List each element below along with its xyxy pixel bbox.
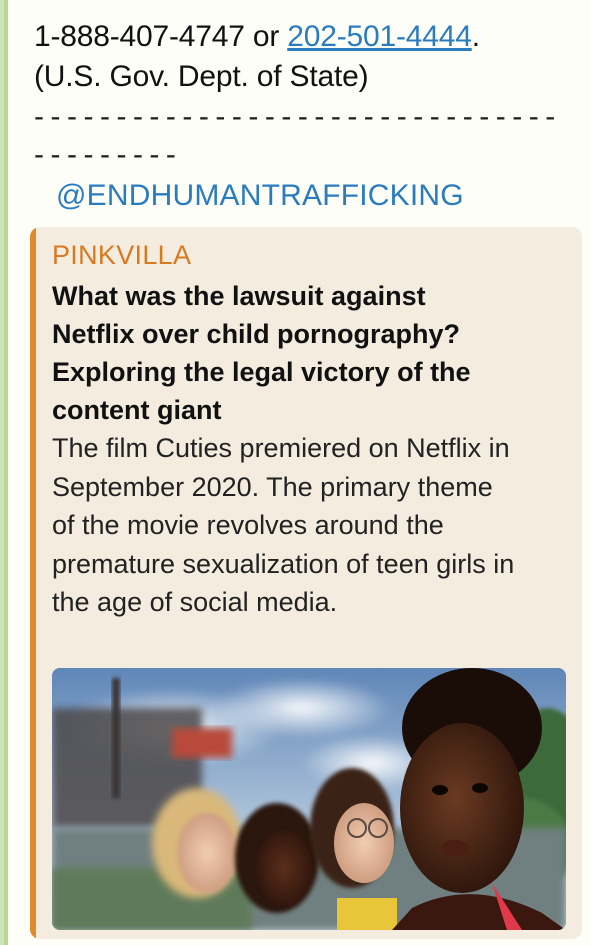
preview-site-name: PINKVILLA (52, 240, 192, 270)
phone-line-suffix: . (471, 20, 480, 53)
chat-edge (4, 0, 8, 945)
preview-accent-bar (30, 227, 36, 939)
link-preview-card[interactable]: PINKVILLA What was the lawsuit against N… (30, 227, 582, 939)
preview-description: The film Cuties premiered on Netflix in … (52, 433, 515, 617)
message-bubble: 1-888-407-4747 or 202-501-4444. (U.S. Go… (0, 0, 591, 945)
phone-line: 1-888-407-4747 or 202-501-4444. (34, 18, 480, 56)
preview-photo (52, 668, 566, 930)
agency-line: (U.S. Gov. Dept. of State) (34, 60, 369, 93)
separator-line-1: -------------------------------- (34, 100, 562, 133)
phone-link[interactable]: 202-501-4444 (287, 20, 472, 53)
phone-line-prefix: 1-888-407-4747 or (34, 20, 288, 53)
preview-image[interactable] (52, 668, 566, 930)
hashtag-link[interactable]: @ENDHUMANTRAFFICKING (56, 176, 464, 216)
preview-title: What was the lawsuit against Netflix ove… (52, 281, 471, 425)
separator-line-2: --------- (34, 138, 183, 171)
